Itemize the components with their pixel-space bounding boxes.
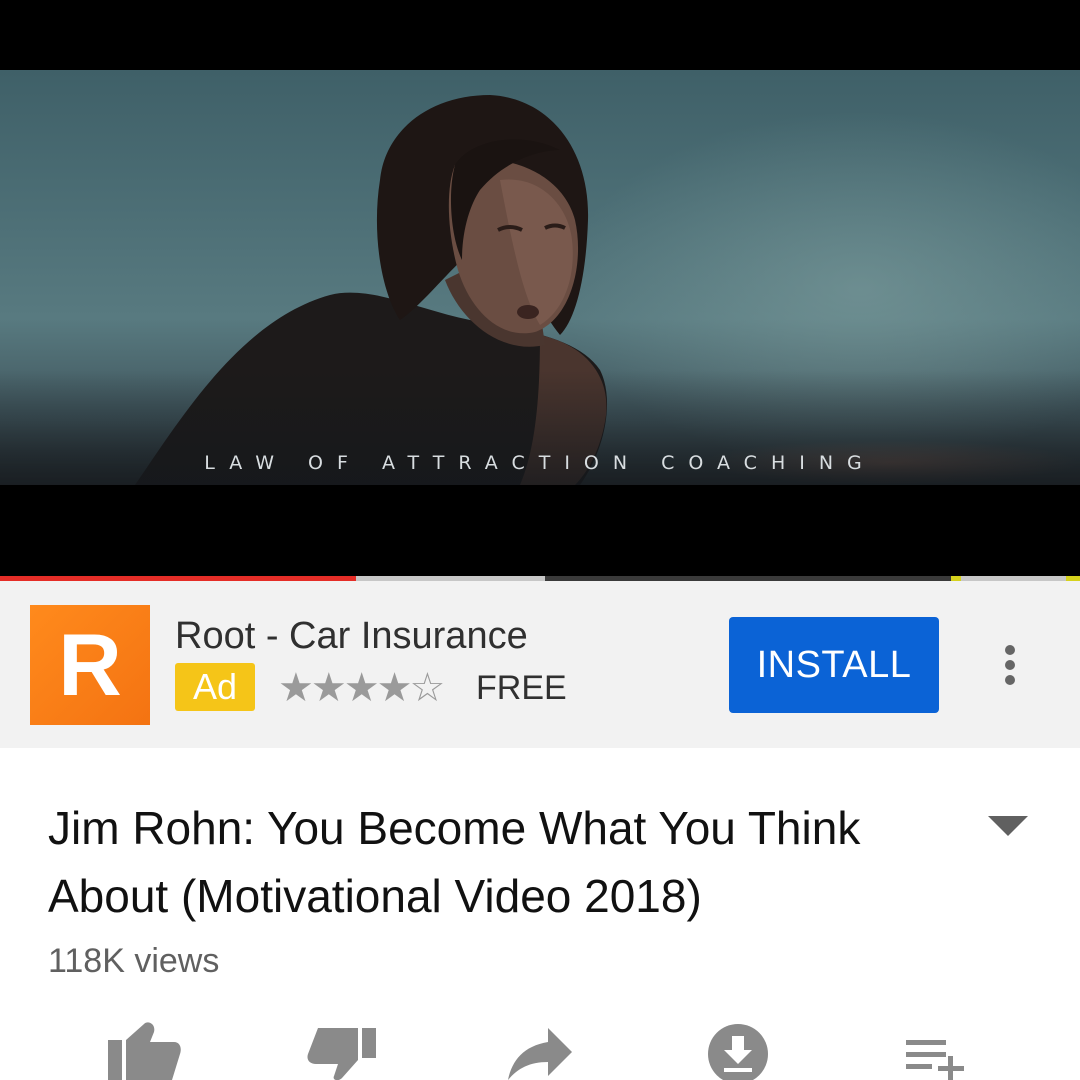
- video-caption-overlay: LAW OF ATTRACTION COACHING: [204, 452, 876, 474]
- view-count: 118K views: [48, 942, 220, 980]
- rating-stars-icon: ★★★★☆: [278, 665, 445, 711]
- share-icon[interactable]: [500, 1020, 580, 1080]
- ad-badge: Ad: [175, 663, 255, 711]
- ad-price: FREE: [476, 669, 567, 707]
- video-frame[interactable]: LAW OF ATTRACTION COACHING: [0, 70, 1080, 485]
- video-title[interactable]: Jim Rohn: You Become What You Think Abou…: [48, 794, 948, 930]
- ad-banner[interactable]: R Root - Car Insurance Ad ★★★★☆ FREE INS…: [0, 581, 1080, 748]
- video-player[interactable]: LAW OF ATTRACTION COACHING: [0, 0, 1080, 576]
- advertiser-logo[interactable]: R: [30, 605, 150, 725]
- thumbs-down-icon[interactable]: [302, 1020, 382, 1080]
- install-button[interactable]: INSTALL: [729, 617, 939, 713]
- ad-title[interactable]: Root - Car Insurance: [175, 615, 528, 658]
- action-row: [0, 1020, 1080, 1080]
- more-vertical-icon[interactable]: [990, 641, 1030, 691]
- advertiser-logo-letter: R: [58, 615, 122, 714]
- youtube-watch-screen: LAW OF ATTRACTION COACHING R Root - Car …: [0, 0, 1080, 1080]
- add-to-playlist-icon[interactable]: [900, 1020, 980, 1080]
- chevron-down-icon[interactable]: [988, 816, 1028, 838]
- thumbs-up-icon[interactable]: [104, 1020, 184, 1080]
- download-icon[interactable]: [698, 1020, 778, 1080]
